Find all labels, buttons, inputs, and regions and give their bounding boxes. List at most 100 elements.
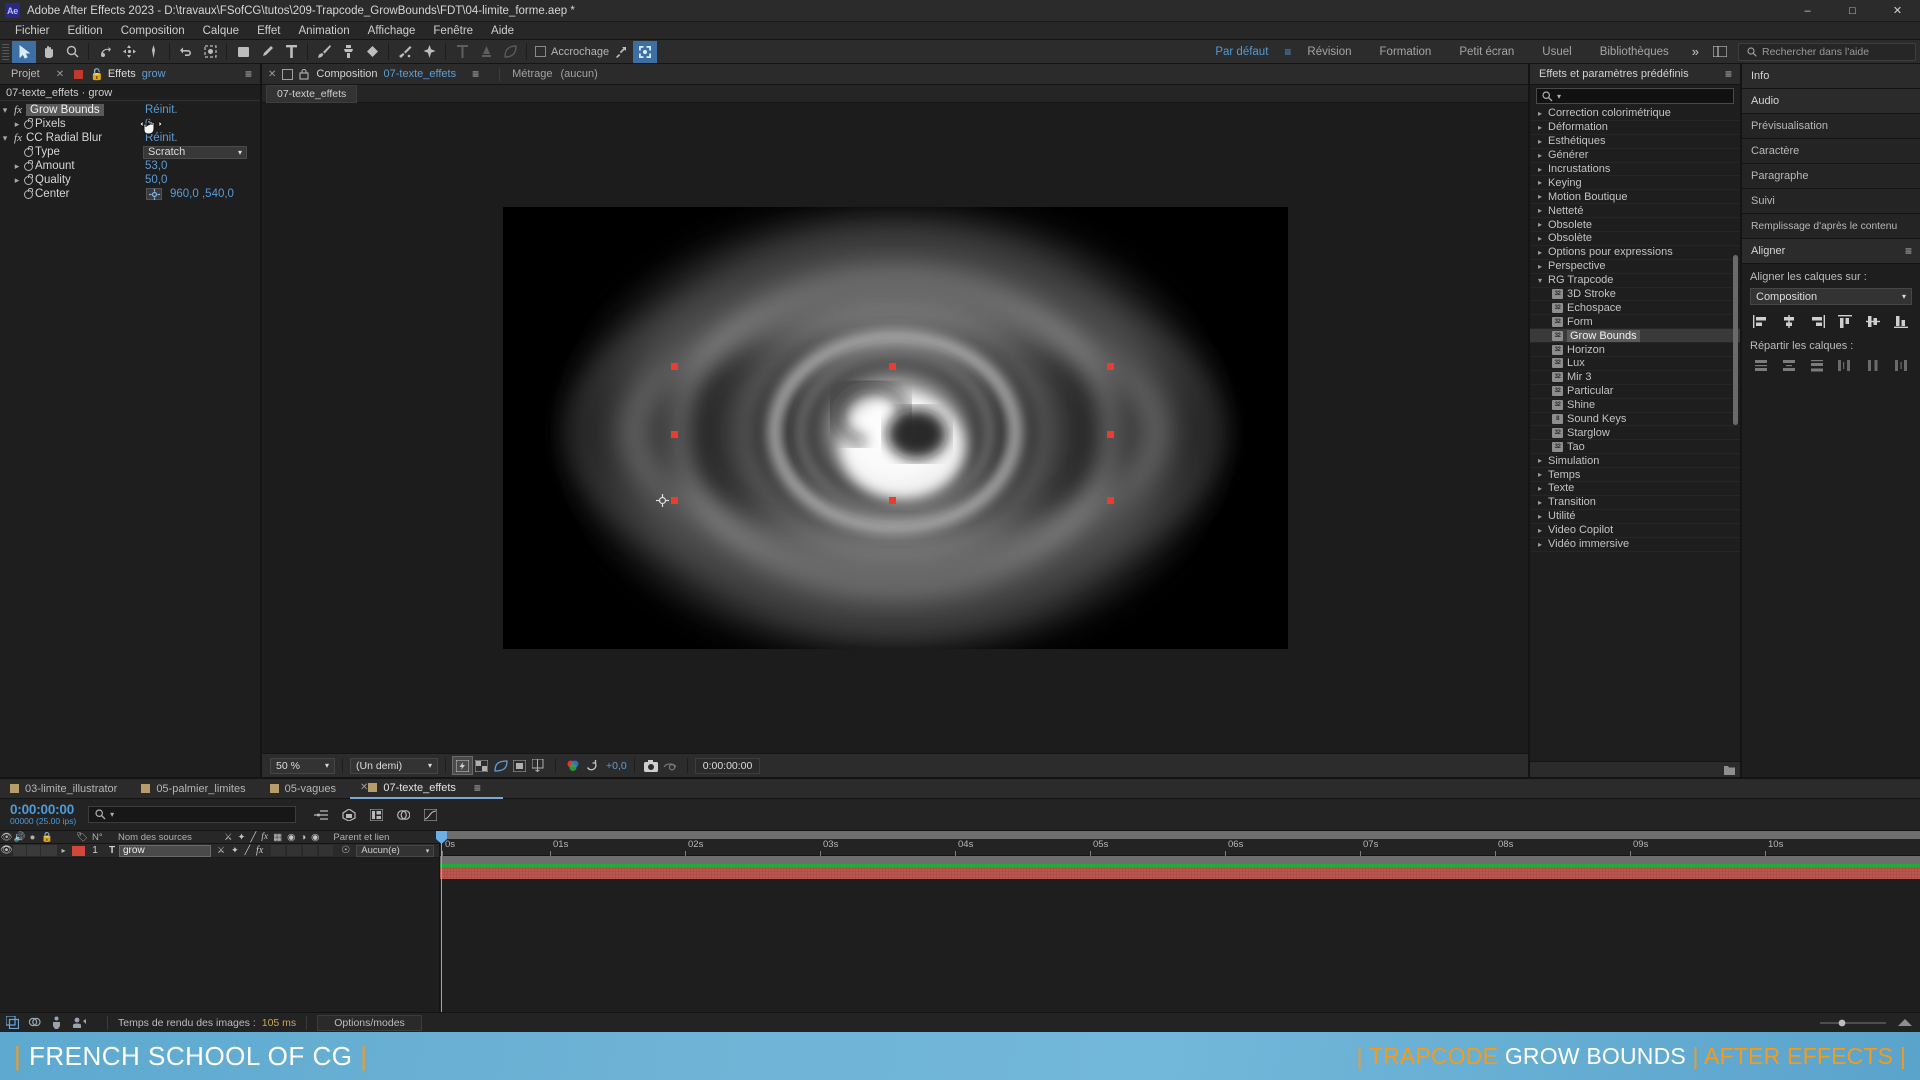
panel-tab-info[interactable]: Info	[1742, 64, 1920, 89]
property-row-quality[interactable]: ▸ Quality 50,0	[0, 173, 260, 187]
close-comp-tab-icon[interactable]: ✕	[262, 69, 282, 80]
layer-twirl-icon[interactable]: ▸	[57, 846, 70, 855]
minimize-button[interactable]: –	[1785, 0, 1830, 22]
effects-category-list[interactable]: ▸ Correction colorimétrique ▸ Déformation …	[1530, 107, 1740, 761]
timeline-layer-row[interactable]: 👁 ▸ 1 T grow ⚔ ✦ ╱ fx ☉ Aucun(e) ▾	[0, 844, 439, 858]
align-panel-menu-icon[interactable]: ≡	[1905, 244, 1920, 258]
layer-switch-box[interactable]	[319, 845, 334, 856]
property-row-type[interactable]: Type Scratch ▾	[0, 145, 260, 159]
workspace-petit-ecran[interactable]: Petit écran	[1445, 46, 1528, 58]
timeline-current-time[interactable]: 0:00:00:00 00000 (25.00 ips)	[10, 802, 76, 827]
switch-motion-blur-icon[interactable]: ◉	[287, 832, 295, 843]
switch-effects-icon[interactable]: fx	[261, 832, 268, 842]
puppet-pin-tool-icon[interactable]	[417, 41, 441, 63]
selection-handle[interactable]	[1106, 363, 1114, 370]
layer-lock-toggle[interactable]	[41, 845, 57, 856]
fast-previews-icon[interactable]	[452, 756, 473, 775]
category-utilite[interactable]: ▸ Utilité	[1530, 510, 1740, 524]
shape-tool-icon[interactable]	[231, 41, 255, 63]
effect-shine[interactable]: 32 Shine	[1530, 399, 1740, 413]
composition-mini-flowchart-icon[interactable]	[314, 809, 329, 821]
switch-adjustment-icon[interactable]: ◑	[300, 832, 306, 843]
property-row-pixels[interactable]: ▸ Pixels 0	[0, 117, 260, 131]
composition-tab-label[interactable]: Composition	[316, 68, 377, 80]
hide-shy-layers-icon[interactable]	[370, 808, 384, 821]
category-motion-boutique[interactable]: ▸ Motion Boutique	[1530, 190, 1740, 205]
stopwatch-icon[interactable]	[22, 117, 35, 129]
timeline-tab-03-limite-illustrator[interactable]: 03-limite_illustrator	[0, 779, 131, 799]
selection-handle[interactable]	[670, 431, 678, 438]
effect-grow-bounds[interactable]: 32 Grow Bounds	[1530, 329, 1740, 344]
align-center-vertical-icon[interactable]	[1862, 313, 1884, 330]
snapping-checkbox[interactable]	[535, 46, 546, 57]
layer-effects-icon[interactable]: fx	[256, 845, 263, 856]
menu-calque[interactable]: Calque	[194, 22, 248, 40]
motion-blur-icon[interactable]	[28, 1016, 41, 1029]
property-row-amount[interactable]: ▸ Amount 53,0	[0, 159, 260, 173]
layer-label-color[interactable]	[72, 845, 85, 856]
distribute-bottom-icon[interactable]	[1806, 357, 1828, 374]
pan-behind-tool-icon[interactable]	[141, 41, 165, 63]
new-folder-icon[interactable]	[1724, 764, 1735, 775]
frame-blending-icon[interactable]	[397, 809, 411, 821]
video-eye-icon[interactable]: 👁	[0, 832, 13, 843]
help-search-input[interactable]: Rechercher dans l'aide	[1738, 42, 1916, 61]
footage-tab-label[interactable]: Métrage	[512, 68, 552, 80]
exposure-reset-icon[interactable]	[582, 757, 601, 774]
tab-effets[interactable]: Effets	[108, 68, 142, 80]
stopwatch-icon[interactable]	[22, 187, 35, 199]
timeline-track-area[interactable]: 0s 01s 02s 03s 04s 05s 06s 07s 08s 09s 1…	[436, 831, 1920, 1012]
show-snapshot-icon[interactable]	[661, 757, 680, 774]
panel-tab-remplissage[interactable]: Remplissage d'après le contenu	[1742, 214, 1920, 239]
effect-lux[interactable]: 32 Lux	[1530, 357, 1740, 371]
effects-list-scrollbar[interactable]	[1733, 255, 1738, 425]
twirl-icon[interactable]: ▸	[12, 175, 22, 186]
workspace-revision[interactable]: Révision	[1293, 46, 1365, 58]
switch-shy-icon[interactable]: ⚔	[224, 832, 233, 843]
switches-modes-button[interactable]: Options/modes	[317, 1014, 422, 1031]
transparency-grid-icon[interactable]	[472, 757, 491, 774]
snapshot-camera-icon[interactable]	[642, 757, 661, 774]
center-point-picker-icon[interactable]	[146, 188, 162, 200]
selection-handle[interactable]	[888, 363, 896, 370]
effect-controls-menu-icon[interactable]: ≡	[237, 67, 260, 81]
workspace-par-defaut[interactable]: Par défaut	[1201, 46, 1282, 58]
mask-shape-icon[interactable]	[498, 41, 522, 63]
roto-brush-tool-icon[interactable]	[393, 41, 417, 63]
layer-shy-icon[interactable]: ⚔	[217, 845, 225, 856]
layer-switch-box[interactable]	[271, 845, 286, 856]
center-value[interactable]: 960,0 ,540,0	[170, 188, 234, 200]
effect-horizon[interactable]: 32 Horizon	[1530, 343, 1740, 358]
distribute-right-icon[interactable]	[1890, 357, 1912, 374]
effect-row-grow-bounds[interactable]: ▾ fx Grow Bounds Réinit.	[0, 103, 260, 117]
maximize-button[interactable]: □	[1830, 0, 1875, 22]
work-area-bar-lower[interactable]	[440, 856, 1920, 864]
category-transition[interactable]: ▸ Transition	[1530, 496, 1740, 510]
panel-tab-caractere[interactable]: Caractère	[1742, 139, 1920, 164]
label-color-icon[interactable]: 🏷	[72, 832, 92, 843]
current-time-indicator[interactable]	[436, 831, 447, 1012]
layer-audio-toggle[interactable]	[13, 845, 26, 856]
lock-icon[interactable]	[298, 68, 310, 80]
category-nettete[interactable]: ▸ Netteté	[1530, 204, 1740, 219]
selection-handle[interactable]	[1106, 497, 1114, 504]
layer-video-toggle-icon[interactable]: 👁	[0, 845, 13, 856]
puppet-icon[interactable]	[50, 1016, 63, 1029]
selection-handle[interactable]	[888, 497, 896, 504]
brush-tool-icon[interactable]	[312, 41, 336, 63]
property-value[interactable]: 50,0	[145, 174, 167, 186]
column-header-source-name[interactable]: Nom des sources	[112, 832, 220, 843]
menu-composition[interactable]: Composition	[112, 22, 194, 40]
category-options-pour-expressions[interactable]: ▸ Options pour expressions	[1530, 246, 1740, 260]
layer-switch-box[interactable]	[303, 845, 318, 856]
effect-starglow[interactable]: 32 Starglow	[1530, 426, 1740, 441]
layer-duration-bar[interactable]	[440, 867, 1920, 879]
roto-icon[interactable]	[72, 1016, 87, 1029]
category-deformation[interactable]: ▸ Déformation	[1530, 121, 1740, 135]
category-temps[interactable]: ▸ Temps	[1530, 468, 1740, 483]
composition-viewer[interactable]	[262, 103, 1528, 753]
exposure-value[interactable]: +0,0	[606, 760, 627, 772]
property-value[interactable]: 53,0	[145, 160, 167, 172]
switch-frame-blend-icon[interactable]: ▦	[273, 832, 282, 843]
selection-tool-icon[interactable]	[12, 40, 36, 63]
